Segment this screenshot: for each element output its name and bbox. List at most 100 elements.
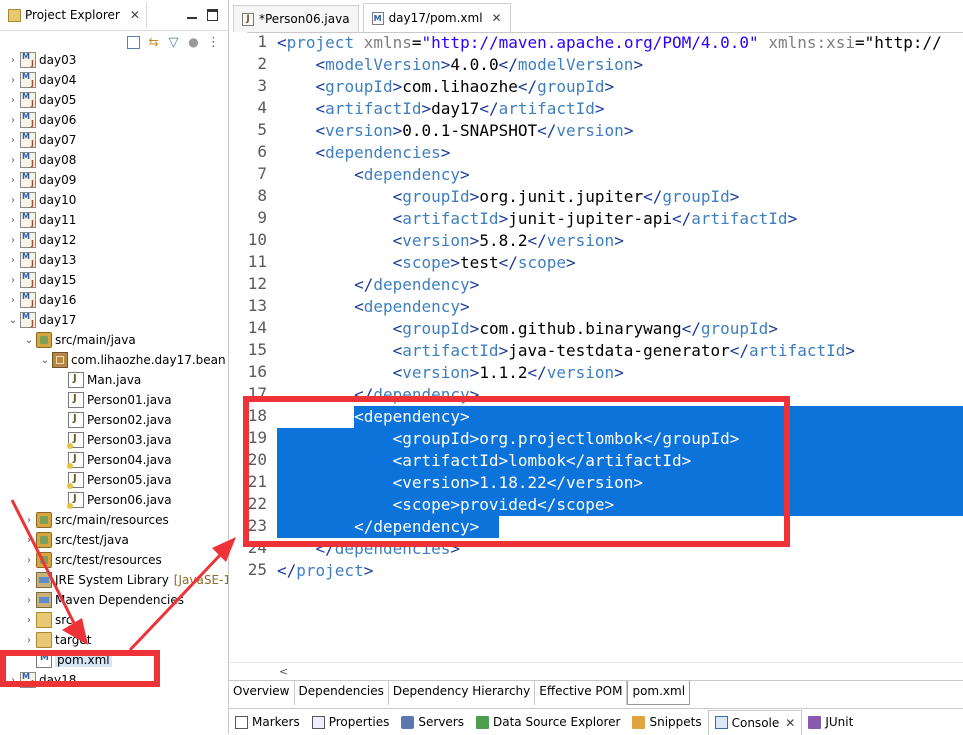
chevron-right-icon[interactable]: › xyxy=(24,555,34,566)
project-icon xyxy=(20,192,36,208)
tree-item-label: day09 xyxy=(39,173,77,187)
bottom-tab[interactable]: Console ✕ xyxy=(707,709,803,735)
maximize-icon[interactable] xyxy=(207,9,218,21)
chevron-right-icon[interactable]: › xyxy=(8,215,18,226)
close-icon[interactable]: ✕ xyxy=(130,8,140,22)
tree-item[interactable]: Person03.java xyxy=(0,430,228,450)
project-icon xyxy=(20,72,36,88)
tree-item-label: target xyxy=(55,633,92,647)
tree-item[interactable]: › day16 xyxy=(0,290,228,310)
chevron-down-icon[interactable]: ⌄ xyxy=(8,315,18,326)
folder-icon xyxy=(36,632,52,648)
tree-item[interactable]: Person05.java xyxy=(0,470,228,490)
tree-item[interactable]: › day03 xyxy=(0,50,228,70)
chevron-right-icon[interactable]: › xyxy=(8,115,18,126)
chevron-right-icon[interactable]: › xyxy=(8,135,18,146)
chevron-right-icon[interactable]: › xyxy=(8,95,18,106)
view-menu-icon[interactable]: ⋮ xyxy=(207,36,220,49)
chevron-down-icon[interactable]: ⌄ xyxy=(24,335,34,346)
focus-icon[interactable]: ● xyxy=(187,35,200,49)
project-icon xyxy=(20,212,36,228)
bottom-tab[interactable]: Markers xyxy=(229,710,306,734)
tree-item[interactable]: › day13 xyxy=(0,250,228,270)
chevron-right-icon[interactable]: › xyxy=(24,535,34,546)
line-number: 16 xyxy=(247,362,267,381)
tree-item[interactable]: › day05 xyxy=(0,90,228,110)
pom-tab[interactable]: Effective POM xyxy=(535,681,628,705)
scroll-left-icon[interactable]: < xyxy=(279,665,288,678)
close-icon[interactable]: ✕ xyxy=(785,716,795,730)
chevron-right-icon[interactable]: › xyxy=(8,675,18,686)
tree-item[interactable]: pom.xml xyxy=(0,650,228,670)
tree-item[interactable]: › src/test/resources xyxy=(0,550,228,570)
tree-item[interactable]: › day15 xyxy=(0,270,228,290)
bottom-tab[interactable]: Data Source Explorer xyxy=(470,710,626,734)
tree-item[interactable]: Person02.java xyxy=(0,410,228,430)
project-explorer-tab[interactable]: Project Explorer ✕ xyxy=(2,2,147,28)
pom-tab[interactable]: pom.xml xyxy=(627,681,691,705)
chevron-right-icon[interactable]: › xyxy=(8,75,18,86)
chevron-right-icon[interactable]: › xyxy=(24,515,34,526)
tree-item[interactable]: › src xyxy=(0,610,228,630)
tree-item[interactable]: › day10 xyxy=(0,190,228,210)
link-with-editor-icon[interactable]: ⇆ xyxy=(147,35,160,49)
chevron-right-icon[interactable]: › xyxy=(24,575,34,586)
tree-item[interactable]: Person06.java xyxy=(0,490,228,510)
horizontal-scrollbar[interactable]: < xyxy=(229,662,963,681)
tree-item[interactable]: Man.java xyxy=(0,370,228,390)
line-number: 18 xyxy=(247,406,267,425)
chevron-right-icon[interactable]: › xyxy=(24,595,34,606)
tree-item[interactable]: › day11 xyxy=(0,210,228,230)
bottom-tab[interactable]: JUnit xyxy=(802,710,859,734)
tree-item[interactable]: › src/main/resources xyxy=(0,510,228,530)
code-line: <artifactId>day17</artifactId> xyxy=(315,99,605,118)
close-icon[interactable]: ✕ xyxy=(492,11,502,25)
tree-item[interactable]: › Maven Dependencies xyxy=(0,590,228,610)
tree-item[interactable]: ⌄ src/main/java xyxy=(0,330,228,350)
minimize-icon[interactable] xyxy=(187,17,197,19)
tree-item[interactable]: › day09 xyxy=(0,170,228,190)
filter-icon[interactable]: ▽ xyxy=(167,36,180,49)
markers-icon xyxy=(235,715,248,729)
line-number: 10 xyxy=(247,230,267,249)
chevron-right-icon[interactable]: › xyxy=(24,615,34,626)
tree-item[interactable]: › src/test/java xyxy=(0,530,228,550)
tree-item[interactable]: ⌄ com.lihaozhe.day17.bean xyxy=(0,350,228,370)
tree-item[interactable]: ⌄ day17 xyxy=(0,310,228,330)
tree-item[interactable]: › JRE System Library [JavaSE-1 xyxy=(0,570,228,590)
bottom-tab[interactable]: Snippets xyxy=(626,710,707,734)
chevron-right-icon[interactable]: › xyxy=(8,155,18,166)
project-icon xyxy=(20,252,36,268)
tab-pom-xml[interactable]: M day17/pom.xml ✕ xyxy=(362,3,511,32)
chevron-right-icon[interactable]: › xyxy=(8,175,18,186)
pom-tab[interactable]: Dependency Hierarchy xyxy=(389,681,536,705)
bottom-tab[interactable]: Properties xyxy=(306,710,396,734)
code-editor[interactable]: 1 <project xmlns="http://maven.apache.org… xyxy=(229,32,963,662)
tree-item[interactable]: › day04 xyxy=(0,70,228,90)
chevron-right-icon[interactable]: › xyxy=(8,275,18,286)
tree-item[interactable]: › day06 xyxy=(0,110,228,130)
chevron-down-icon[interactable]: ⌄ xyxy=(40,355,50,366)
chevron-right-icon[interactable]: › xyxy=(8,295,18,306)
tree-item[interactable]: › day08 xyxy=(0,150,228,170)
bottom-tab-label: Properties xyxy=(328,715,390,729)
chevron-right-icon[interactable]: › xyxy=(8,195,18,206)
tree-item[interactable]: › day18 xyxy=(0,670,228,690)
chevron-right-icon[interactable]: › xyxy=(8,235,18,246)
java-file-icon xyxy=(68,412,84,428)
tree-item[interactable]: › day07 xyxy=(0,130,228,150)
pom-tab[interactable]: Overview xyxy=(229,681,295,705)
chevron-right-icon[interactable]: › xyxy=(24,635,34,646)
bottom-tab[interactable]: Servers xyxy=(395,710,470,734)
tree-item-label: com.lihaozhe.day17.bean xyxy=(71,353,226,367)
collapse-all-icon[interactable] xyxy=(127,35,140,49)
tree-item[interactable]: Person04.java xyxy=(0,450,228,470)
tree-item-label: Person01.java xyxy=(87,393,172,407)
tree-item[interactable]: Person01.java xyxy=(0,390,228,410)
tree-item[interactable]: › day12 xyxy=(0,230,228,250)
tab-person06-java[interactable]: J *Person06.java xyxy=(233,5,359,32)
pom-tab[interactable]: Dependencies xyxy=(295,681,389,705)
tree-item[interactable]: › target xyxy=(0,630,228,650)
chevron-right-icon[interactable]: › xyxy=(8,55,18,66)
chevron-right-icon[interactable]: › xyxy=(8,255,18,266)
